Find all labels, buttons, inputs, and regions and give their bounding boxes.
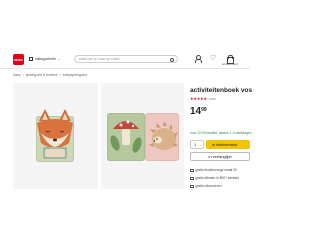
return-icon — [190, 184, 194, 188]
usp-text: gratis afhalen in 500+ winkels — [195, 176, 239, 180]
wishlist-button[interactable]: in verlanglijst — [190, 152, 250, 161]
account-icon[interactable] — [194, 55, 202, 63]
rating-stars: ★★★★★ — [190, 96, 207, 101]
breadcrumb-item[interactable]: speelgoed & boeken — [26, 73, 58, 77]
categories-button[interactable]: categorieën ⌄ — [29, 56, 61, 61]
breadcrumb-item[interactable]: baby — [13, 73, 21, 77]
breadcrumb-item[interactable]: babyspeelgoed — [63, 73, 87, 77]
price-cents: 99 — [201, 107, 207, 113]
usp-text: gratis retourneren — [195, 184, 222, 188]
truck-icon — [190, 168, 194, 172]
review-count[interactable]: 1065 — [209, 97, 216, 101]
heart-icon[interactable]: ♡ — [210, 55, 217, 62]
product-price: 1499 — [190, 106, 207, 117]
product-image-secondary[interactable] — [101, 83, 184, 189]
search-placeholder: waar ben je naar op zoek? — [79, 57, 121, 61]
add-to-cart-label: in winkelmand — [212, 142, 238, 147]
header-divider — [0, 68, 250, 69]
fox-book-illustration — [36, 109, 74, 162]
breadcrumb-separator: › — [22, 73, 24, 77]
price-main: 14 — [190, 106, 202, 117]
product-image-main[interactable] — [13, 83, 98, 189]
chevron-down-icon: ⌄ — [198, 143, 202, 147]
usp-item: gratis retourneren — [190, 184, 222, 188]
open-book-illustration — [107, 113, 179, 161]
usp-item: gratis afhalen in 500+ winkels — [190, 176, 239, 180]
usp-text: gratis thuisbezorgd vanaf 20 — [195, 168, 237, 172]
usp-item: gratis thuisbezorgd vanaf 20 — [190, 168, 237, 172]
search-input[interactable]: waar ben je naar op zoek? — [74, 55, 178, 63]
cart-label[interactable]: winkelmand — [222, 62, 238, 66]
product-title: activiteitenboek vos — [190, 87, 253, 94]
store-icon — [190, 176, 194, 180]
product-rating[interactable]: ★★★★★ 1065 — [190, 96, 216, 101]
site-header: HEMA categorieën ⌄ waar ben je naar op z… — [0, 0, 250, 70]
add-to-cart-button[interactable]: in winkelmand — [206, 140, 250, 149]
categories-label: categorieën — [35, 56, 56, 61]
quantity-value: 1 — [194, 142, 197, 147]
chevron-down-icon: ⌄ — [57, 56, 61, 61]
wishlist-label: in verlanglijst — [208, 154, 232, 159]
grid-icon — [29, 56, 33, 61]
delivery-info: voor 22:00 besteld, binnen 1-3 werkdagen — [190, 131, 252, 135]
quantity-select[interactable]: 1 ⌄ — [190, 140, 204, 149]
search-icon[interactable] — [170, 57, 174, 62]
hema-logo[interactable]: HEMA — [13, 54, 24, 65]
breadcrumb-separator: › — [59, 73, 61, 77]
shopping-bag-icon[interactable] — [226, 55, 234, 64]
breadcrumb: baby › speelgoed & boeken › babyspeelgoe… — [13, 73, 87, 77]
